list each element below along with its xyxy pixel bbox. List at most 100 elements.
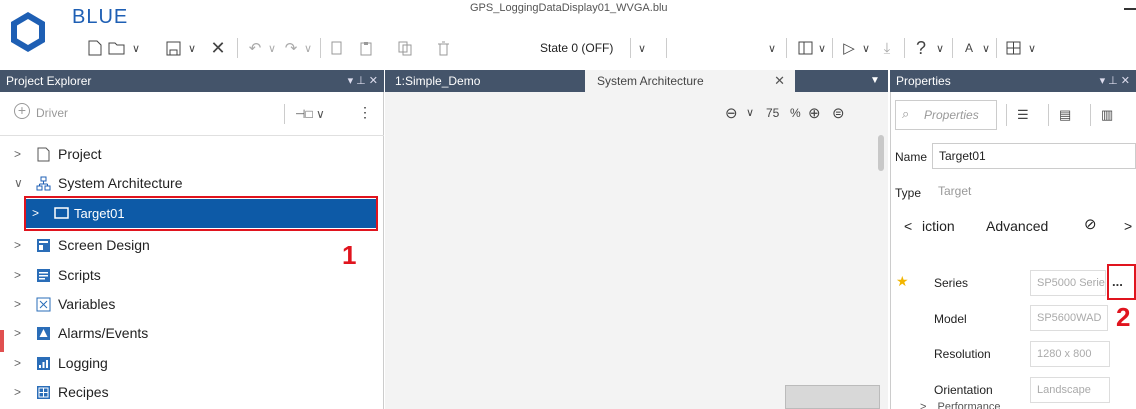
- redo-icon[interactable]: ↷: [280, 36, 302, 60]
- tree-item-variables[interactable]: > Variables: [0, 290, 384, 319]
- tree-item-scripts[interactable]: > Scripts: [0, 261, 384, 290]
- zoom-out-icon[interactable]: ⊖: [725, 104, 738, 122]
- zoom-unit: %: [790, 106, 801, 120]
- chevron-right-icon[interactable]: >: [14, 378, 21, 407]
- tree-item-label: Scripts: [58, 267, 101, 283]
- project-explorer-header: Project Explorer ▾ ⊥ ✕: [0, 70, 384, 92]
- window-title: GPS_LoggingDataDisplay01_WVGA.blu: [470, 2, 668, 14]
- tree-item-label: Screen Design: [58, 237, 150, 253]
- type-value: Target: [938, 184, 972, 198]
- tree-item-screen-design[interactable]: > Screen Design: [0, 231, 384, 260]
- panel-controls[interactable]: ▾ ⊥ ✕: [348, 70, 378, 92]
- tree-item-project[interactable]: > Project: [0, 140, 384, 169]
- tree-item-logging[interactable]: > Logging: [0, 349, 384, 378]
- panel-controls[interactable]: ▾ ⊥ ✕: [1100, 70, 1130, 92]
- tree-item-recipes[interactable]: > Recipes: [0, 378, 384, 407]
- categorized-view-icon[interactable]: ▤: [1048, 104, 1084, 126]
- resolution-value: 1280 x 800: [1030, 341, 1110, 367]
- tab-function[interactable]: iction: [922, 218, 955, 234]
- close-tab-icon[interactable]: ✕: [774, 70, 785, 92]
- type-label: Type: [895, 186, 922, 200]
- name-field[interactable]: Target01: [932, 143, 1136, 169]
- app-name: BLUE: [72, 6, 129, 28]
- design-canvas[interactable]: [385, 92, 888, 409]
- zoom-fit-icon[interactable]: ⊜: [832, 104, 845, 122]
- orientation-value: Landscape: [1030, 377, 1110, 403]
- model-value: SP5600WAD: [1030, 305, 1108, 331]
- chevron-left-icon[interactable]: <: [904, 218, 912, 234]
- architecture-icon: [36, 176, 51, 191]
- paste-icon[interactable]: [356, 36, 378, 60]
- tree-tools-dropdown[interactable]: ⊣□ ∨: [284, 104, 328, 124]
- tree-item-label: Logging: [58, 355, 108, 371]
- properties-search-input[interactable]: Properties: [895, 100, 997, 130]
- minimize-icon[interactable]: [1124, 8, 1136, 10]
- transfer-icon[interactable]: ⤓: [876, 36, 898, 60]
- star-icon: ★: [896, 273, 909, 289]
- chevron-right-icon[interactable]: >: [1124, 218, 1132, 234]
- chevron-right-icon[interactable]: >: [14, 290, 21, 319]
- chevron-down-icon[interactable]: ∨: [1024, 36, 1040, 60]
- chevron-down-icon[interactable]: ∨: [264, 36, 280, 60]
- chevron-down-icon[interactable]: ∨: [932, 36, 948, 60]
- help-icon[interactable]: ?: [910, 36, 932, 60]
- chevron-right-icon[interactable]: >: [14, 319, 21, 348]
- canvas-screen-object[interactable]: [785, 385, 880, 409]
- list-view-icon[interactable]: ☰: [1006, 104, 1042, 126]
- duplicate-icon[interactable]: [394, 36, 416, 60]
- chevron-down-icon[interactable]: ∨: [300, 36, 316, 60]
- copy-icon[interactable]: [326, 36, 348, 60]
- save-icon[interactable]: [162, 36, 184, 60]
- chevron-right-icon[interactable]: >: [14, 261, 21, 290]
- new-file-icon[interactable]: [84, 36, 106, 60]
- driver-button[interactable]: Driver: [36, 106, 68, 120]
- chevron-down-icon[interactable]: ∨: [14, 169, 23, 198]
- logging-icon: [37, 357, 50, 370]
- tree-item-label: Project: [58, 146, 102, 162]
- close-icon[interactable]: ✕: [207, 36, 229, 60]
- tab-system-architecture[interactable]: System Architecture ✕: [585, 70, 795, 92]
- chevron-down-icon[interactable]: ∨: [814, 36, 830, 60]
- toolbar-separator: [320, 38, 321, 58]
- tab-list-dropdown-icon[interactable]: ▼: [870, 70, 886, 92]
- screen-design-icon: [37, 239, 50, 252]
- chevron-down-icon[interactable]: ∨: [764, 36, 780, 60]
- tree-item-alarms-events[interactable]: > Alarms/Events: [0, 319, 384, 348]
- tab-simple-demo[interactable]: 1:Simple_Demo: [385, 70, 585, 92]
- property-pages-icon[interactable]: ▥: [1090, 104, 1126, 126]
- run-icon[interactable]: ▷: [838, 36, 860, 60]
- chevron-down-icon[interactable]: ∨: [184, 36, 200, 60]
- model-label: Model: [934, 312, 967, 326]
- orientation-label: Orientation: [934, 383, 993, 397]
- chevron-right-icon[interactable]: >: [14, 140, 21, 169]
- add-driver-icon[interactable]: +: [14, 103, 30, 119]
- performance-row[interactable]: > Performance: [920, 401, 1000, 409]
- delete-icon[interactable]: [432, 36, 454, 60]
- state-dropdown-icon[interactable]: ∨: [634, 36, 650, 60]
- zoom-in-icon[interactable]: ⊕: [808, 104, 821, 122]
- link-icon[interactable]: ⊘: [1084, 215, 1097, 233]
- highlight-box-1: [24, 196, 378, 231]
- series-value: SP5000 Serie: [1030, 270, 1106, 296]
- open-folder-icon[interactable]: [106, 36, 128, 60]
- zoom-dropdown-icon[interactable]: ∨: [746, 106, 754, 119]
- chevron-right-icon[interactable]: >: [14, 231, 21, 260]
- tab-advanced[interactable]: Advanced: [986, 218, 1048, 234]
- chevron-down-icon[interactable]: ∨: [128, 36, 144, 60]
- toolbar-separator: [786, 38, 787, 58]
- name-label: Name: [895, 150, 928, 164]
- grid-icon[interactable]: [1002, 36, 1024, 60]
- more-options-icon[interactable]: ⋮: [358, 104, 372, 121]
- font-icon[interactable]: A: [958, 36, 980, 60]
- chevron-down-icon[interactable]: ∨: [858, 36, 874, 60]
- layout-icon[interactable]: [794, 36, 816, 60]
- app-logo: [11, 12, 45, 52]
- toolbar-separator: [904, 38, 905, 58]
- chevron-right-icon[interactable]: >: [14, 349, 21, 378]
- properties-header: Properties ▾ ⊥ ✕: [890, 70, 1136, 92]
- undo-icon[interactable]: ↶: [244, 36, 266, 60]
- chevron-down-icon[interactable]: ∨: [978, 36, 994, 60]
- zoom-value[interactable]: 75: [766, 106, 779, 120]
- tree-item-system-architecture[interactable]: ∨ System Architecture: [0, 169, 384, 198]
- vertical-scrollbar[interactable]: [878, 135, 884, 171]
